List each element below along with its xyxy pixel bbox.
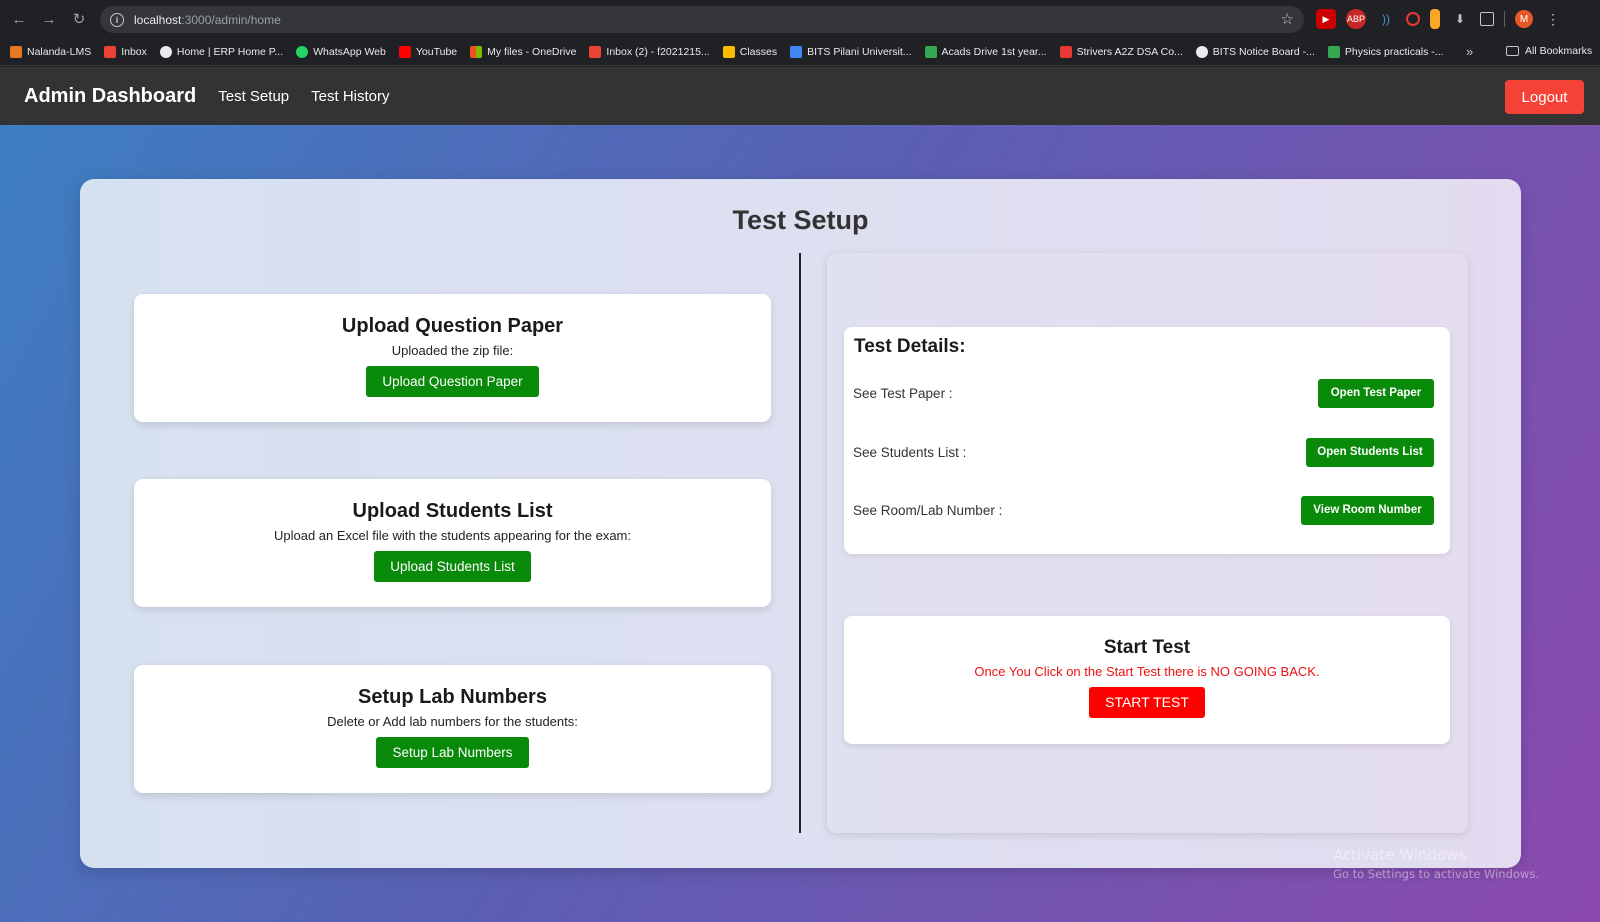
card-description: Delete or Add lab numbers for the studen…: [327, 714, 578, 729]
browser-toolbar: ← → ↻ i localhost:3000/admin/home ☆ ▶ AB…: [0, 0, 1600, 38]
bookmark-item[interactable]: My files - OneDrive: [470, 45, 576, 58]
forward-icon[interactable]: →: [34, 4, 64, 34]
bookmark-item[interactable]: YouTube: [398, 45, 457, 58]
url-path: :3000/admin/home: [181, 12, 281, 27]
browser-menu-icon[interactable]: ⋮: [1543, 9, 1563, 29]
address-bar[interactable]: i localhost:3000/admin/home ☆: [100, 6, 1304, 33]
nav-link-test-history[interactable]: Test History: [311, 88, 389, 105]
record-extension-icon[interactable]: [1406, 12, 1420, 26]
test-details-title: Test Details:: [854, 336, 966, 357]
bookmarks-overflow-icon[interactable]: »: [1466, 44, 1473, 59]
test-details-card: Test Details: See Test Paper : Open Test…: [844, 327, 1450, 554]
card-title: Upload Question Paper: [341, 315, 564, 337]
upload-students-list-button[interactable]: Upload Students List: [374, 551, 531, 582]
card-title: Upload Students List: [352, 500, 553, 522]
url-host: localhost: [134, 12, 182, 27]
logout-button[interactable]: Logout: [1505, 80, 1584, 114]
bookmark-item[interactable]: Inbox (2) - f2021215...: [589, 45, 710, 58]
start-test-warning: Once You Click on the Start Test there i…: [974, 664, 1320, 679]
globe-icon: [159, 45, 172, 58]
bookmark-item[interactable]: Acads Drive 1st year...: [924, 45, 1047, 58]
setup-lab-numbers-button[interactable]: Setup Lab Numbers: [376, 737, 529, 768]
extensions-bar: ▶ ABP )) ⬇ M ⋮: [1316, 9, 1563, 29]
youtube-extension-icon[interactable]: ▶: [1316, 9, 1336, 29]
upload-question-paper-button[interactable]: Upload Question Paper: [366, 366, 539, 397]
adblock-extension-icon[interactable]: ABP: [1346, 9, 1366, 29]
folder-icon: [1506, 46, 1519, 56]
start-test-card: Start Test Once You Click on the Start T…: [844, 616, 1450, 744]
open-test-paper-button[interactable]: Open Test Paper: [1318, 379, 1434, 408]
download-icon[interactable]: ⬇: [1450, 9, 1470, 29]
see-test-paper-label: See Test Paper :: [853, 386, 953, 401]
watermark-line-2: Go to Settings to activate Windows.: [1333, 867, 1539, 881]
highlighter-extension-icon[interactable]: [1430, 9, 1440, 29]
bookmark-item[interactable]: Home | ERP Home P...: [159, 45, 283, 58]
card-description: Upload an Excel file with the students a…: [274, 528, 631, 543]
bookmark-item[interactable]: BITS Notice Board -...: [1195, 45, 1315, 58]
youtube-icon: [398, 45, 411, 58]
brand-title[interactable]: Admin Dashboard: [24, 85, 196, 108]
gmail-icon: [589, 45, 602, 58]
readaloud-extension-icon[interactable]: )): [1376, 9, 1396, 29]
view-room-number-button[interactable]: View Room Number: [1301, 496, 1434, 525]
bookmark-item[interactable]: BITS Pilani Universit...: [790, 45, 912, 58]
microsoft-icon: [470, 45, 483, 58]
profile-avatar[interactable]: M: [1515, 10, 1533, 28]
drive-icon: [924, 45, 937, 58]
nav-link-test-setup[interactable]: Test Setup: [218, 88, 289, 105]
card-title: Setup Lab Numbers: [358, 686, 547, 708]
bookmark-item[interactable]: Physics practicals -...: [1327, 45, 1444, 58]
bookmark-item[interactable]: Strivers A2Z DSA Co...: [1059, 45, 1183, 58]
start-test-button[interactable]: START TEST: [1089, 687, 1205, 718]
bookmarks-bar: Nalanda-LMS Inbox Home | ERP Home P... W…: [0, 38, 1600, 66]
test-actions-column: Test Details: See Test Paper : Open Test…: [827, 253, 1468, 833]
site-info-icon[interactable]: i: [110, 12, 124, 27]
upload-question-paper-card: Upload Question Paper Uploaded the zip f…: [134, 294, 771, 422]
vertical-divider: [799, 253, 801, 833]
bookmark-item[interactable]: Nalanda-LMS: [10, 45, 91, 58]
bookmark-item[interactable]: Classes: [722, 45, 777, 58]
card-description: Uploaded the zip file:: [391, 343, 514, 358]
page-title: Test Setup: [732, 205, 869, 235]
gmail-icon: [104, 45, 117, 58]
classroom-icon: [722, 45, 735, 58]
bookmark-item[interactable]: Inbox: [104, 45, 147, 58]
see-room-number-label: See Room/Lab Number :: [853, 503, 1003, 518]
toolbar-separator: [1504, 11, 1505, 27]
test-setup-panel: Test Setup Upload Question Paper Uploade…: [80, 179, 1521, 868]
app-navbar: Admin Dashboard Test Setup Test History …: [0, 67, 1600, 125]
drive-icon: [1327, 45, 1340, 58]
bits-icon: [790, 45, 803, 58]
windows-activation-watermark: Activate Windows Go to Settings to activ…: [1333, 846, 1539, 881]
nalanda-icon: [10, 45, 22, 58]
reload-icon[interactable]: ↻: [64, 4, 94, 34]
upload-students-list-card: Upload Students List Upload an Excel fil…: [134, 479, 771, 607]
takeuforward-icon: [1059, 45, 1072, 58]
all-bookmarks[interactable]: All Bookmarks: [1506, 45, 1592, 57]
start-test-title: Start Test: [1103, 637, 1191, 658]
whatsapp-icon: [296, 45, 309, 58]
globe-icon: [1195, 45, 1208, 58]
setup-lab-numbers-card: Setup Lab Numbers Delete or Add lab numb…: [134, 665, 771, 793]
see-students-list-label: See Students List :: [853, 445, 967, 460]
open-students-list-button[interactable]: Open Students List: [1306, 438, 1434, 467]
watermark-line-1: Activate Windows: [1333, 846, 1467, 864]
bookmark-star-icon[interactable]: ☆: [1281, 10, 1294, 28]
back-icon[interactable]: ←: [4, 4, 34, 34]
extensions-puzzle-icon[interactable]: [1480, 12, 1494, 26]
bookmark-item[interactable]: WhatsApp Web: [296, 45, 386, 58]
